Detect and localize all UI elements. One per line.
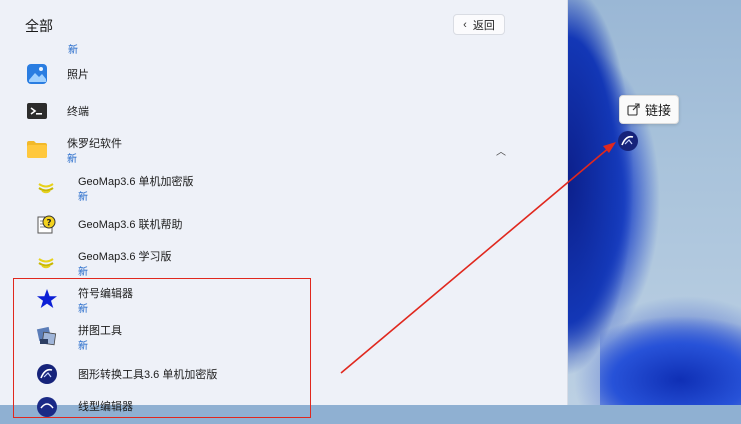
app-item-photos[interactable]: 照片 — [20, 57, 520, 91]
back-button-label: 返回 — [472, 19, 495, 32]
app-name: GeoMap3.6 联机帮助 — [78, 219, 183, 231]
app-name: GeoMap3.6 单机加密版 — [78, 176, 194, 188]
app-name: GeoMap3.6 学习版 — [78, 251, 172, 263]
page-title: 全部 — [25, 18, 53, 34]
external-link-icon — [627, 103, 640, 116]
drag-link-label: 链接 — [644, 103, 671, 118]
folder-icon — [27, 141, 47, 158]
new-badge: 新 — [78, 192, 88, 203]
app-name: 终端 — [67, 106, 89, 118]
drag-link-tooltip: 链接 — [619, 95, 679, 124]
wallpaper-bloom-lower — [600, 290, 741, 405]
terminal-icon — [27, 103, 47, 119]
dragged-app-icon — [618, 131, 638, 151]
geomap-icon — [38, 258, 54, 269]
photos-icon — [27, 64, 47, 84]
help-file-icon: ? — [37, 215, 56, 234]
app-name: 照片 — [67, 69, 89, 81]
new-badge: 新 — [78, 267, 88, 278]
app-folder-jurassic[interactable]: 侏罗纪软件 新 — [20, 132, 520, 166]
app-name: 侏罗纪软件 — [67, 138, 122, 150]
back-button[interactable]: ‹ 返回 — [453, 14, 505, 35]
svg-text:?: ? — [46, 219, 51, 229]
new-badge: 新 — [67, 154, 77, 165]
red-highlight-box — [13, 278, 311, 418]
app-item-terminal[interactable]: 终端 — [20, 94, 520, 128]
new-badge: 新 — [68, 45, 78, 56]
chevron-up-icon[interactable]: ︿ — [496, 143, 506, 158]
chevron-left-icon: ‹ — [463, 18, 467, 31]
start-menu-all-apps-panel: 全部 ‹ 返回 新 照片 终端 侏罗纪软件 新 ︿ GeoMap3.6 单机加密… — [0, 0, 568, 418]
app-item-geomap-help[interactable]: ? GeoMap3.6 联机帮助 — [20, 207, 520, 241]
app-item-geomap-learning[interactable]: GeoMap3.6 学习版 新 — [20, 245, 520, 279]
app-item-geomap-single[interactable]: GeoMap3.6 单机加密版 新 — [20, 170, 520, 204]
geomap-icon — [38, 183, 54, 194]
